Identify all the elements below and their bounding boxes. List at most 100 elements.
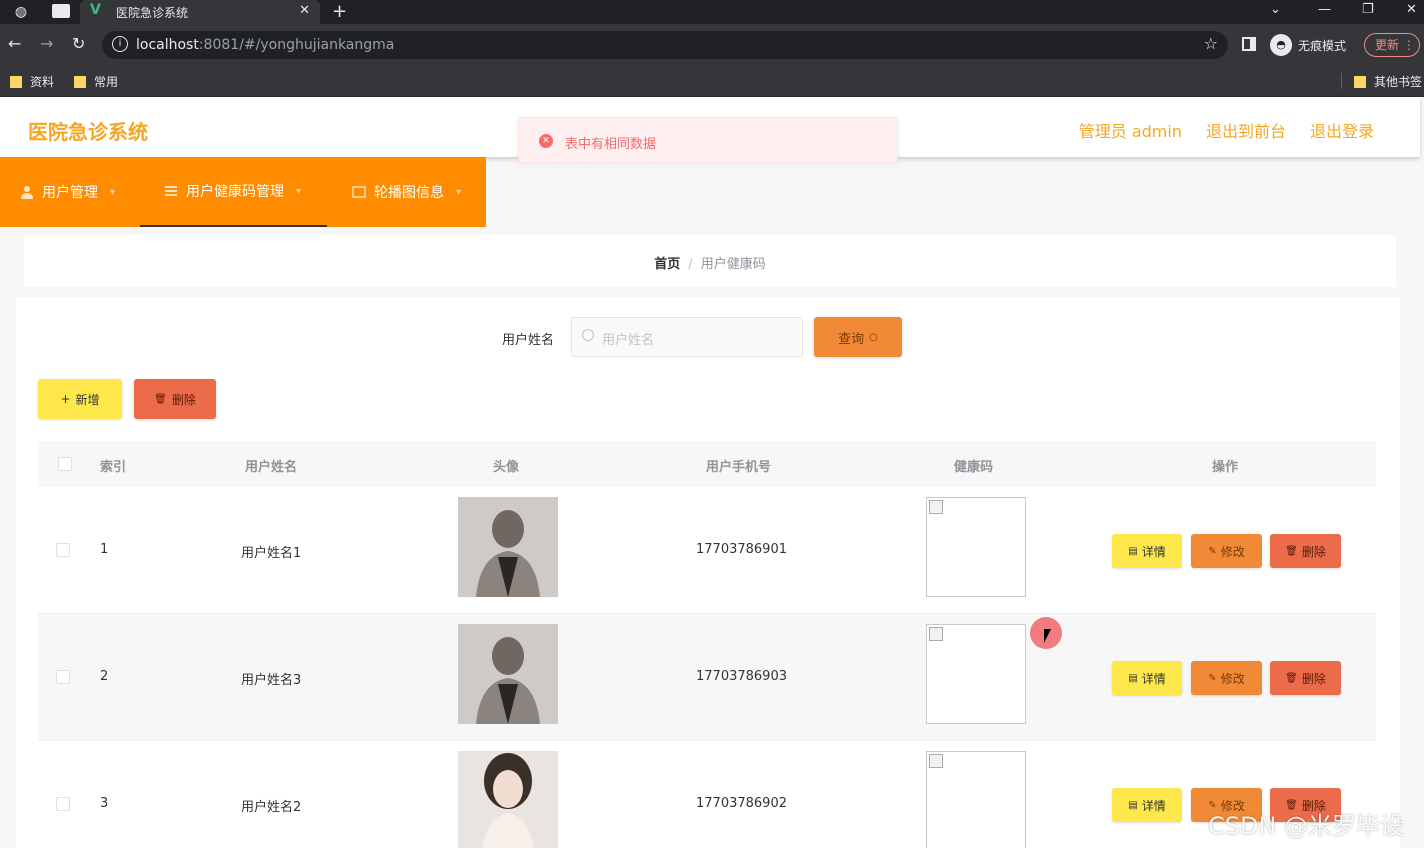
row-name: 用户姓名1 xyxy=(241,546,302,561)
tab-window-icon[interactable] xyxy=(52,4,70,18)
browser-tab-bar: ◍ V 医院急诊系统 ✕ + ⌄ — ❐ ✕ xyxy=(0,0,1424,24)
search-icon: ○ xyxy=(869,331,878,343)
broken-image-icon xyxy=(929,627,943,641)
minimize-icon[interactable]: — xyxy=(1318,2,1331,17)
folder-icon xyxy=(10,75,22,88)
table-row: 1 用户姓名1 17703786901 ▤ 详情 ✎ 修改 🗑 删除 xyxy=(38,487,1376,614)
close-icon[interactable]: ✕ xyxy=(299,3,310,18)
query-button[interactable]: 查询 ○ xyxy=(814,317,902,357)
vue-favicon-icon: V xyxy=(90,2,101,18)
toast-message: 表中有相同数据 xyxy=(565,137,657,152)
info-icon[interactable]: i xyxy=(112,36,128,52)
edit-icon: ✎ xyxy=(1208,672,1217,684)
side-panel-icon[interactable] xyxy=(1242,37,1256,51)
chevron-down-icon: ▾ xyxy=(296,185,302,197)
add-button[interactable]: + 新增 xyxy=(38,379,122,419)
menu-item-carousel[interactable]: 轮播图信息 ▾ xyxy=(352,157,461,227)
update-button[interactable]: 更新 ⋮ xyxy=(1364,33,1420,57)
forward-icon[interactable]: → xyxy=(40,34,53,54)
menu-item-health-code[interactable]: 用户健康码管理 ▾ xyxy=(140,157,327,227)
back-icon[interactable]: ← xyxy=(8,34,21,54)
avatar xyxy=(458,624,558,724)
row-checkbox[interactable] xyxy=(56,797,70,811)
picture-icon xyxy=(352,185,366,199)
search-icon xyxy=(582,329,594,341)
list-icon xyxy=(164,184,178,198)
error-toast: ✕ 表中有相同数据 xyxy=(518,117,898,163)
bookmark-separator xyxy=(1341,73,1342,89)
plus-icon: + xyxy=(60,392,71,406)
tab-search-icon[interactable]: ⌄ xyxy=(1270,2,1281,17)
breadcrumb-home[interactable]: 首页 xyxy=(654,257,680,272)
bookmark-folder[interactable]: 常用 xyxy=(74,73,118,90)
folder-icon xyxy=(74,75,86,88)
table-header: 索引 用户姓名 头像 用户手机号 健康码 操作 xyxy=(38,441,1376,487)
window-close-icon[interactable]: ✕ xyxy=(1406,2,1417,17)
table-row: 2 用户姓名3 17703786903 ▤ 详情 ✎ 修改 🗑 删除 xyxy=(38,614,1376,741)
edit-button[interactable]: ✎ 修改 xyxy=(1191,534,1262,568)
app-logo: 医院急诊系统 xyxy=(28,120,148,144)
breadcrumb-container: 首页 / 用户健康码 xyxy=(24,235,1396,287)
reload-icon[interactable]: ↻ xyxy=(72,34,85,54)
restore-icon[interactable]: ❐ xyxy=(1362,2,1374,17)
address-bar[interactable]: i localhost:8081/#/yonghujiankangma ☆ xyxy=(102,31,1228,59)
trash-icon: 🗑 xyxy=(1285,545,1298,557)
trash-icon: 🗑 xyxy=(154,393,167,405)
row-phone: 17703786902 xyxy=(696,796,787,811)
edit-icon: ✎ xyxy=(1208,545,1217,557)
search-input[interactable]: 用户姓名 xyxy=(571,317,803,357)
logout-link[interactable]: 退出登录 xyxy=(1310,118,1374,142)
select-all-checkbox[interactable] xyxy=(58,457,72,471)
health-code-image[interactable] xyxy=(926,497,1026,597)
bookmark-folder-other[interactable]: 其他书签 xyxy=(1354,73,1422,90)
incognito-icon: ◓ xyxy=(1270,34,1292,56)
avatar xyxy=(458,751,558,848)
detail-button[interactable]: ▤ 详情 xyxy=(1112,661,1182,695)
menu-item-users[interactable]: 用户管理 ▾ xyxy=(20,157,115,227)
health-code-table: 索引 用户姓名 头像 用户手机号 健康码 操作 1 用户姓名1 17703786… xyxy=(38,441,1376,848)
bookmark-star-icon[interactable]: ☆ xyxy=(1204,34,1218,53)
bookmarks-bar: 资料 常用 其他书签 xyxy=(0,66,1424,97)
detail-button[interactable]: ▤ 详情 xyxy=(1112,534,1182,568)
row-name: 用户姓名3 xyxy=(241,673,302,688)
chevron-down-icon: ▾ xyxy=(110,186,116,198)
trash-icon: 🗑 xyxy=(1285,672,1298,684)
row-index: 3 xyxy=(100,796,109,811)
url-text[interactable]: localhost:8081/#/yonghujiankangma xyxy=(136,37,394,53)
breadcrumb-current: 用户健康码 xyxy=(700,257,766,272)
bookmark-folder[interactable]: 资料 xyxy=(10,73,54,90)
health-code-image[interactable] xyxy=(926,624,1026,724)
delete-button[interactable]: 🗑 删除 xyxy=(134,379,216,419)
health-code-image[interactable] xyxy=(926,751,1026,848)
row-checkbox[interactable] xyxy=(56,670,70,684)
broken-image-icon xyxy=(929,754,943,768)
incognito-indicator[interactable]: ◓ 无痕模式 xyxy=(1270,34,1346,56)
globe-icon[interactable]: ◍ xyxy=(12,3,30,21)
row-checkbox[interactable] xyxy=(56,543,70,557)
edit-button[interactable]: ✎ 修改 xyxy=(1191,661,1262,695)
row-delete-button[interactable]: 🗑 删除 xyxy=(1270,534,1341,568)
top-menu: 用户管理 ▾ 用户健康码管理 ▾ 轮播图信息 ▾ xyxy=(0,157,486,227)
row-phone: 17703786901 xyxy=(696,542,787,557)
main-content: 用户姓名 用户姓名 查询 ○ + 新增 🗑 删除 索引 用户姓名 头像 用户手机号 健… xyxy=(16,297,1400,848)
chevron-down-icon: ▾ xyxy=(456,186,462,198)
watermark: CSDN @米罗毕设 xyxy=(1208,812,1405,840)
detail-button[interactable]: ▤ 详情 xyxy=(1112,788,1182,822)
browser-tab-title: 医院急诊系统 xyxy=(116,6,189,20)
row-delete-button[interactable]: 🗑 删除 xyxy=(1270,661,1341,695)
new-tab-icon[interactable]: + xyxy=(332,1,347,22)
search-label: 用户姓名 xyxy=(502,333,555,348)
exit-to-frontend-link[interactable]: 退出到前台 xyxy=(1206,118,1286,142)
folder-icon xyxy=(1354,75,1366,88)
admin-link[interactable]: 管理员 admin xyxy=(1079,118,1182,142)
breadcrumb: 首页 / 用户健康码 xyxy=(654,257,766,272)
document-icon: ▤ xyxy=(1128,545,1138,557)
document-icon: ▤ xyxy=(1128,672,1138,684)
avatar xyxy=(458,497,558,597)
document-icon: ▤ xyxy=(1128,799,1138,811)
browser-tab[interactable]: V 医院急诊系统 ✕ xyxy=(80,0,320,24)
row-phone: 17703786903 xyxy=(696,669,787,684)
row-name: 用户姓名2 xyxy=(241,800,302,815)
app-root: 医院急诊系统 管理员 admin 退出到前台 退出登录 ✕ 表中有相同数据 用户… xyxy=(0,97,1424,848)
table-row: 3 用户姓名2 17703786902 ▤ 详情 ✎ 修改 🗑 删除 xyxy=(38,741,1376,848)
